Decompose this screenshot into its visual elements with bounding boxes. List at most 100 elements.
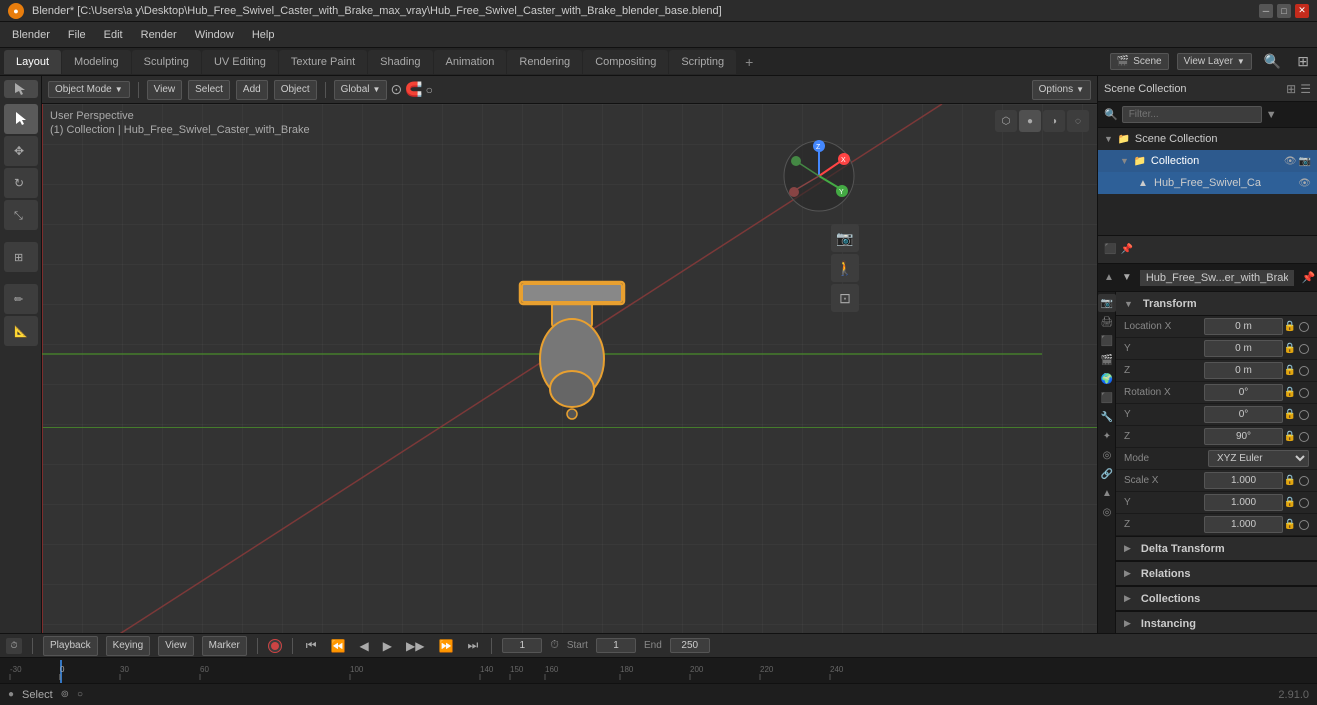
properties-icon[interactable]: ⬛ <box>1104 244 1116 255</box>
prev-keyframe-button[interactable]: ⏪ <box>328 639 349 653</box>
instancing-header[interactable]: ▶ Instancing <box>1116 612 1317 633</box>
tab-uv-editing[interactable]: UV Editing <box>202 50 278 74</box>
location-y-value[interactable]: 0 m <box>1204 340 1283 357</box>
object-menu-button[interactable]: Object <box>274 80 317 100</box>
tab-layout[interactable]: Layout <box>4 50 61 74</box>
render-props-icon[interactable]: 📷 <box>1098 294 1116 312</box>
transform-header[interactable]: ▼ Transform <box>1116 292 1317 316</box>
play-button[interactable]: ▶ <box>380 639 395 653</box>
scale-x-dot[interactable] <box>1299 476 1309 486</box>
location-z-dot[interactable] <box>1299 366 1309 376</box>
tab-sculpting[interactable]: Sculpting <box>132 50 201 74</box>
search-button[interactable]: 🔍 <box>1260 53 1285 70</box>
pin-icon[interactable]: 📌 <box>1302 271 1316 284</box>
jump-end-button[interactable]: ⏭ <box>464 638 481 653</box>
rendered-button[interactable]: ◌ <box>1067 110 1089 132</box>
start-frame-input[interactable] <box>596 638 636 653</box>
top-view-button[interactable]: ⊡ <box>831 284 859 312</box>
next-keyframe-button[interactable]: ⏩ <box>435 639 456 653</box>
options-dropdown[interactable]: Options ▼ <box>1032 80 1091 100</box>
add-workspace-button[interactable]: + <box>737 50 761 74</box>
camera-view-button[interactable]: 📷 <box>831 224 859 252</box>
object-visibility-icon[interactable]: 👁 <box>1298 178 1311 189</box>
walk-navigation-button[interactable]: 🚶 <box>831 254 859 282</box>
material-props-icon[interactable]: ◎ <box>1098 503 1116 521</box>
timeline-mode-icon[interactable]: ⏱ <box>6 638 22 654</box>
physics-props-icon[interactable]: ◎ <box>1098 446 1116 464</box>
viewport-3d[interactable]: Object Mode ▼ View Select Add Object Glo… <box>42 76 1097 633</box>
snap-icon[interactable]: 🧲 <box>405 81 422 98</box>
data-props-icon[interactable]: ▲ <box>1098 484 1116 502</box>
rotation-x-value[interactable]: 0° <box>1204 384 1283 401</box>
next-frame-button[interactable]: ▶▶ <box>403 639 427 653</box>
location-x-value[interactable]: 0 m <box>1204 318 1283 335</box>
measure-tool-button[interactable]: 📐 <box>4 316 38 346</box>
timeline-body[interactable]: -30 0 30 60 100 140 150 160 180 200 <box>0 658 1317 683</box>
scale-x-lock-icon[interactable]: 🔒 <box>1283 475 1297 486</box>
view-layer-props-icon[interactable]: ⬛ <box>1098 332 1116 350</box>
outliner-object[interactable]: ▲ Hub_Free_Swivel_Ca 👁 <box>1098 172 1317 194</box>
outliner-filter-icon[interactable]: ⊞ <box>1286 82 1296 96</box>
visibility-icon[interactable]: 👁 <box>1284 156 1297 167</box>
wireframe-button[interactable]: ⬡ <box>995 110 1017 132</box>
location-z-lock-icon[interactable]: 🔒 <box>1283 365 1297 376</box>
scene-selector[interactable]: 🎬 Scene <box>1110 53 1169 70</box>
current-frame-input[interactable] <box>502 638 542 653</box>
object-props-icon[interactable]: ⬛ <box>1098 389 1116 407</box>
marker-button[interactable]: Marker <box>202 636 247 656</box>
tab-shading[interactable]: Shading <box>368 50 432 74</box>
location-x-dot[interactable] <box>1299 322 1309 332</box>
scale-z-value[interactable]: 1.000 <box>1204 516 1283 533</box>
location-z-value[interactable]: 0 m <box>1204 362 1283 379</box>
material-preview-button[interactable]: ◑ <box>1043 110 1065 132</box>
scale-tool-button[interactable]: ⤡ <box>4 200 38 230</box>
menu-render[interactable]: Render <box>133 26 185 44</box>
output-props-icon[interactable]: 🖨 <box>1098 313 1116 331</box>
outliner-search-input[interactable] <box>1122 106 1262 123</box>
location-y-lock-icon[interactable]: 🔒 <box>1283 343 1297 354</box>
filter-icon[interactable]: ▼ <box>1266 109 1277 121</box>
scale-y-lock-icon[interactable]: 🔒 <box>1283 497 1297 508</box>
pivot-icon[interactable]: ⊙ <box>390 81 402 98</box>
rotation-x-dot[interactable] <box>1299 388 1309 398</box>
solid-button[interactable]: ● <box>1019 110 1041 132</box>
view-menu-button[interactable]: View <box>147 80 183 100</box>
location-y-dot[interactable] <box>1299 344 1309 354</box>
scale-z-dot[interactable] <box>1299 520 1309 530</box>
tab-scripting[interactable]: Scripting <box>669 50 736 74</box>
rotate-tool-button[interactable]: ↻ <box>4 168 38 198</box>
collections-header[interactable]: ▶ Collections <box>1116 587 1317 611</box>
scale-y-value[interactable]: 1.000 <box>1204 494 1283 511</box>
select-tool-button[interactable] <box>4 104 38 134</box>
tab-texture-paint[interactable]: Texture Paint <box>279 50 367 74</box>
scene-props-icon[interactable]: 🎬 <box>1098 351 1116 369</box>
global-dropdown[interactable]: Global ▼ <box>334 80 388 100</box>
maximize-button[interactable]: □ <box>1277 4 1291 18</box>
relations-header[interactable]: ▶ Relations <box>1116 562 1317 586</box>
location-x-lock-icon[interactable]: 🔒 <box>1283 321 1297 332</box>
rotation-y-lock-icon[interactable]: 🔒 <box>1283 409 1297 420</box>
rotation-x-lock-icon[interactable]: 🔒 <box>1283 387 1297 398</box>
delta-transform-header[interactable]: ▶ Delta Transform <box>1116 537 1317 561</box>
scale-y-dot[interactable] <box>1299 498 1309 508</box>
rotation-z-dot[interactable] <box>1299 432 1309 442</box>
close-button[interactable]: ✕ <box>1295 4 1309 18</box>
scale-z-lock-icon[interactable]: 🔒 <box>1283 519 1297 530</box>
minimize-button[interactable]: ─ <box>1259 4 1273 18</box>
transform-tool-button[interactable]: ⊞ <box>4 242 38 272</box>
render-visibility-icon[interactable]: 📷 <box>1299 156 1311 167</box>
mode-icon[interactable] <box>4 80 38 98</box>
record-button[interactable] <box>268 639 282 653</box>
add-menu-button[interactable]: Add <box>236 80 268 100</box>
view-button[interactable]: View <box>158 636 194 656</box>
view-layer-selector[interactable]: View Layer ▼ <box>1177 53 1252 70</box>
end-frame-input[interactable] <box>670 638 710 653</box>
rotation-mode-select[interactable]: XYZ Euler <box>1208 450 1309 467</box>
particles-props-icon[interactable]: ✦ <box>1098 427 1116 445</box>
select-menu-button[interactable]: Select <box>188 80 230 100</box>
world-props-icon[interactable]: 🌍 <box>1098 370 1116 388</box>
menu-edit[interactable]: Edit <box>96 26 131 44</box>
rotation-z-lock-icon[interactable]: 🔒 <box>1283 431 1297 442</box>
rotation-y-dot[interactable] <box>1299 410 1309 420</box>
tab-animation[interactable]: Animation <box>434 50 507 74</box>
